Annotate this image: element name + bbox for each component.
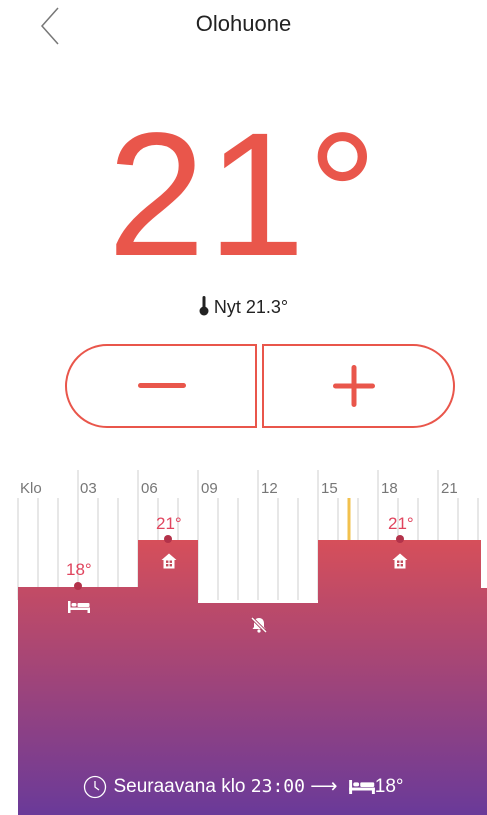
minus-icon: [138, 383, 186, 388]
clock-icon: [84, 775, 107, 799]
setpoint-label-morning: 21°: [156, 514, 182, 533]
next-change: Seuraavana klo 23:00 ⟶ 18°: [0, 773, 487, 801]
hour-label-21: 21: [441, 480, 458, 497]
page-title: Olohuone: [195, 11, 292, 36]
thermometer-icon: [199, 296, 209, 316]
next-change-label: Seuraavana klo: [113, 776, 246, 797]
plus-icon: [333, 365, 375, 407]
setpoint-label-night: 18°: [66, 560, 92, 579]
schedule-graph: [17, 470, 487, 815]
hour-label-12: 12: [261, 480, 278, 497]
target-temperature: 21°: [107, 97, 380, 293]
setpoint-dot: [396, 535, 404, 543]
current-temperature: Nyt 21.3°: [0, 296, 487, 318]
hour-label-18: 18: [381, 480, 398, 497]
home-icon: [392, 553, 408, 569]
setpoint-dot: [74, 582, 82, 590]
next-change-temp: 18°: [374, 776, 404, 797]
setpoint-label-evening: 21°: [388, 514, 414, 533]
arrow-icon: ⟶: [310, 776, 338, 797]
klo-label: Klo: [20, 480, 42, 497]
decrease-button[interactable]: [65, 344, 257, 428]
setpoint-dot: [164, 535, 172, 543]
temperature-stepper: [65, 344, 455, 428]
bed-icon: [348, 780, 375, 794]
increase-button[interactable]: [262, 344, 455, 428]
current-temperature-label: Nyt 21.3°: [213, 297, 289, 317]
away-bell-off-icon: [250, 616, 268, 634]
next-change-time: 23:00: [250, 776, 305, 797]
hour-label-15: 15: [321, 480, 338, 497]
header: Olohuone: [0, 0, 487, 50]
hour-label-09: 09: [201, 480, 218, 497]
schedule-timeline[interactable]: Klo 03 06 09 12 15 18 21 18° 21° 21°: [0, 470, 487, 815]
hour-label-03: 03: [80, 480, 97, 497]
hour-label-06: 06: [141, 480, 158, 497]
bed-icon: [68, 601, 90, 613]
home-icon: [161, 553, 177, 569]
